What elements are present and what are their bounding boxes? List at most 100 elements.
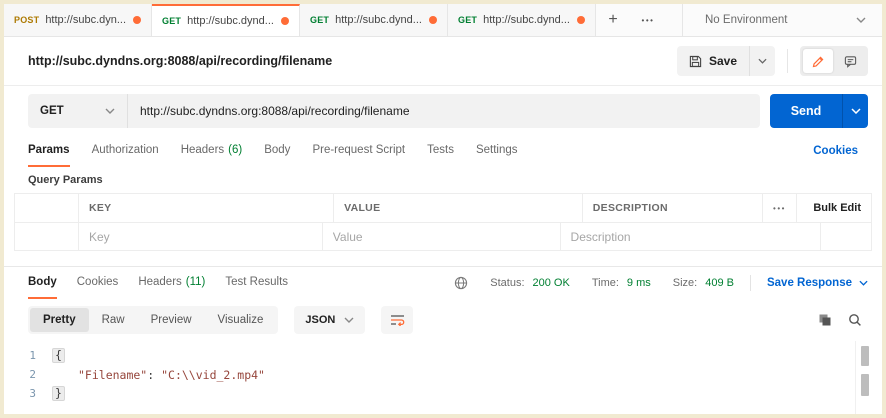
wrap-text-icon [390, 315, 405, 326]
request-section-tabs: Params Authorization Headers (6) Body Pre… [4, 135, 882, 167]
bulk-edit-button[interactable]: Bulk Edit [813, 202, 861, 214]
request-tab-bar: POST http://subc.dyn... GET http://subc.… [4, 4, 882, 37]
method-value: GET [40, 104, 64, 117]
request-tab-1[interactable]: POST http://subc.dyn... [4, 4, 152, 36]
request-tab-4[interactable]: GET http://subc.dynd... [448, 4, 596, 36]
format-value: JSON [305, 314, 336, 326]
method-badge: GET [310, 15, 330, 25]
query-params-table: KEY VALUE DESCRIPTION ••• Bulk Edit [14, 193, 872, 251]
pencil-icon [812, 56, 823, 67]
unsaved-dot-icon [429, 16, 437, 24]
section-divider [4, 251, 882, 267]
url-input[interactable] [128, 93, 760, 128]
response-tab-body[interactable]: Body [28, 267, 57, 299]
param-description-input[interactable] [570, 229, 810, 244]
chevron-down-icon [850, 107, 861, 114]
method-badge: GET [458, 15, 478, 25]
tab-headers[interactable]: Headers (6) [181, 135, 243, 167]
divider [855, 341, 856, 414]
method-dropdown[interactable]: GET [28, 93, 128, 128]
view-visualize[interactable]: Visualize [205, 308, 277, 332]
close-brace: } [52, 386, 65, 401]
environment-selector[interactable]: No Environment [682, 4, 882, 36]
request-title: http://subc.dyndns.org:8088/api/recordin… [28, 54, 333, 68]
json-value: "C:\\vid_2.mp4" [161, 367, 265, 382]
table-header-row: KEY VALUE DESCRIPTION ••• Bulk Edit [15, 194, 871, 222]
response-meta: Status: 200 OK Time: 9 ms Size: 409 B Sa… [454, 267, 868, 299]
line-number[interactable]: 3 [4, 387, 52, 400]
response-headers-count: (11) [185, 276, 206, 288]
view-raw[interactable]: Raw [89, 308, 138, 332]
send-options-button[interactable] [842, 93, 868, 128]
request-tab-3[interactable]: GET http://subc.dynd... [300, 4, 448, 36]
copy-button[interactable] [818, 313, 832, 327]
chevron-down-icon [344, 317, 354, 323]
headers-count: (6) [228, 144, 243, 156]
time-value: 9 ms [626, 277, 651, 289]
tab-body[interactable]: Body [264, 135, 290, 167]
save-button[interactable]: Save [677, 46, 749, 76]
cookies-link[interactable]: Cookies [813, 135, 858, 167]
response-body-editor[interactable]: 1 { 2 "Filename": "C:\\vid_2.mp4" 3 } [4, 341, 882, 414]
query-params-heading: Query Params [28, 174, 103, 186]
comments-button[interactable] [835, 49, 865, 73]
scrollbar-thumb[interactable] [861, 346, 869, 366]
view-preview[interactable]: Preview [138, 308, 205, 332]
wrap-lines-button[interactable] [381, 306, 414, 334]
send-label: Send [790, 103, 822, 118]
request-tab-2-active[interactable]: GET http://subc.dynd... [152, 4, 300, 36]
tab-url: http://subc.dynd... [483, 14, 570, 26]
new-tab-button[interactable]: + [596, 4, 630, 36]
edit-button[interactable] [803, 49, 833, 73]
line-number[interactable]: 1 [4, 349, 52, 362]
status-label: Status: [490, 277, 525, 289]
search-icon [849, 314, 861, 326]
code-line: 2 "Filename": "C:\\vid_2.mp4" [4, 365, 882, 384]
line-number[interactable]: 2 [4, 368, 52, 381]
params-options-icon[interactable]: ••• [773, 204, 786, 213]
search-button[interactable] [848, 313, 862, 327]
table-row [15, 222, 871, 250]
view-mode-segmented-control: Pretty Raw Preview Visualize [28, 306, 279, 334]
size-value: 409 B [705, 277, 734, 289]
send-button[interactable]: Send [770, 93, 868, 128]
status-value: 200 OK [532, 277, 570, 289]
view-pretty[interactable]: Pretty [30, 308, 89, 332]
divider [749, 275, 751, 291]
comment-icon [844, 55, 856, 68]
row-handle-cell [15, 223, 79, 250]
format-dropdown[interactable]: JSON [294, 306, 366, 334]
tab-pre-request-script[interactable]: Pre-request Script [312, 135, 405, 167]
tab-options-icon[interactable]: ••• [630, 4, 666, 36]
floppy-icon [689, 55, 702, 67]
divider [787, 49, 788, 73]
row-handle-cell [15, 194, 79, 222]
unsaved-dot-icon [133, 16, 141, 24]
environment-label: No Environment [705, 14, 788, 26]
save-options-button[interactable] [749, 46, 775, 76]
size-label: Size: [672, 277, 698, 289]
tab-params[interactable]: Params [28, 135, 70, 167]
url-row: GET Send [4, 86, 882, 135]
response-tab-cookies[interactable]: Cookies [77, 267, 119, 299]
response-tab-headers[interactable]: Headers (11) [138, 267, 205, 299]
chevron-down-icon [105, 108, 115, 114]
chevron-down-icon [859, 280, 868, 286]
param-value-input[interactable] [332, 229, 550, 244]
save-response-button[interactable]: Save Response [767, 277, 868, 289]
tab-authorization[interactable]: Authorization [92, 135, 159, 167]
request-title-row: http://subc.dyndns.org:8088/api/recordin… [4, 37, 882, 86]
column-header-value: VALUE [334, 194, 583, 222]
copy-icon [819, 314, 831, 326]
save-label: Save [708, 54, 737, 68]
open-brace: { [52, 348, 65, 363]
code-line: 1 { [4, 346, 882, 365]
method-badge: GET [162, 16, 182, 26]
tab-tests[interactable]: Tests [427, 135, 454, 167]
scrollbar-thumb[interactable] [861, 374, 869, 396]
response-tab-test-results[interactable]: Test Results [225, 267, 288, 299]
tab-url: http://subc.dynd... [187, 15, 274, 27]
tab-url: http://subc.dynd... [335, 14, 422, 26]
param-key-input[interactable] [89, 229, 312, 244]
tab-settings[interactable]: Settings [476, 135, 518, 167]
